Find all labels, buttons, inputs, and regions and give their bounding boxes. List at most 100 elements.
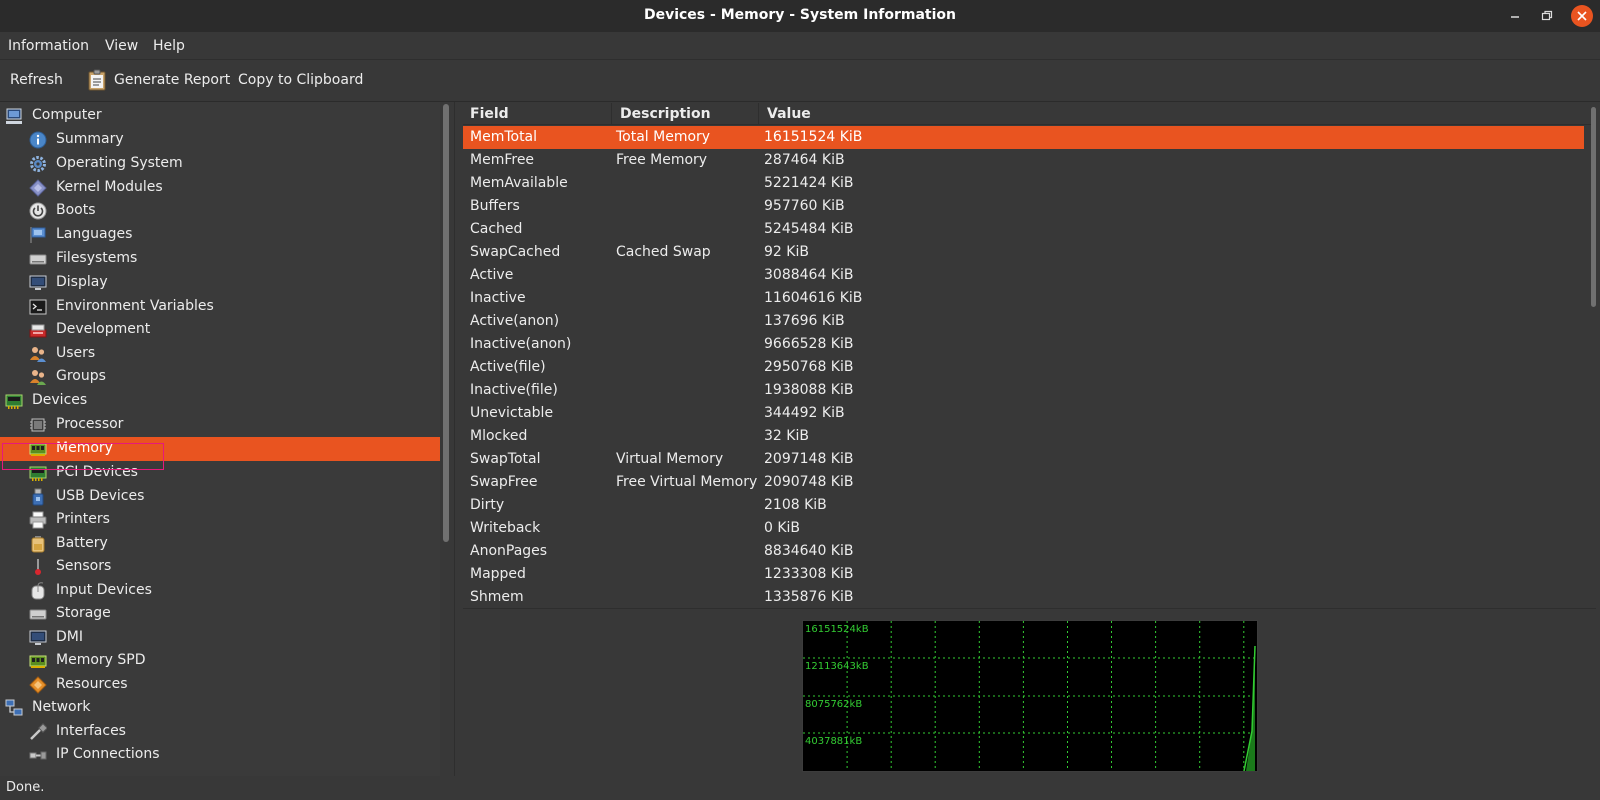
tree-item-label: Input Devices (56, 582, 152, 598)
tree-item-interfaces[interactable]: Interfaces (0, 720, 440, 744)
field-cell: Unevictable (470, 405, 554, 421)
tree-item-development[interactable]: Development (0, 318, 440, 342)
module-icon (29, 179, 47, 197)
header-field[interactable]: Field (470, 106, 509, 122)
table-row[interactable]: Shmem 1335876 KiB (463, 586, 1584, 609)
table-row[interactable]: Active(anon) 137696 KiB (463, 310, 1584, 333)
tree-item-label: Sensors (56, 558, 112, 574)
tree-item-processor[interactable]: Processor (0, 413, 440, 437)
field-cell: Inactive(file) (470, 382, 558, 398)
tree-item-label: Printers (56, 511, 110, 527)
tree-item-resources[interactable]: Resources (0, 673, 440, 697)
computer-icon (6, 108, 22, 124)
tree-item-label: Operating System (56, 155, 183, 171)
tree-item-label: PCI Devices (56, 464, 138, 480)
minimize-button[interactable] (1505, 6, 1525, 26)
column-separator[interactable] (611, 103, 612, 125)
tree-item-pci-devices[interactable]: PCI Devices (0, 461, 440, 485)
tree-item-input-devices[interactable]: Input Devices (0, 579, 440, 603)
value-cell: 92 KiB (764, 244, 809, 260)
tree-item-network[interactable]: Network (0, 696, 440, 720)
tree-item-storage[interactable]: Storage (0, 602, 440, 626)
value-cell: 957760 KiB (764, 198, 845, 214)
field-cell: Active (470, 267, 514, 283)
column-separator[interactable] (758, 103, 759, 125)
tree-item-label: Devices (32, 392, 88, 408)
table-row[interactable]: MemAvailable 5221424 KiB (463, 172, 1584, 195)
refresh-button[interactable]: Refresh (10, 72, 63, 88)
table-row[interactable]: Active(file) 2950768 KiB (463, 356, 1584, 379)
field-cell: Inactive(anon) (470, 336, 572, 352)
copy-to-clipboard-button[interactable]: Copy to Clipboard (238, 72, 363, 88)
tree-item-operating-system[interactable]: Operating System (0, 152, 440, 176)
table-row[interactable]: SwapCached Cached Swap 92 KiB (463, 241, 1584, 264)
table-row[interactable]: Buffers 957760 KiB (463, 195, 1584, 218)
maximize-button[interactable] (1537, 6, 1557, 26)
close-button[interactable] (1571, 5, 1593, 27)
tree-item-sensors[interactable]: Sensors (0, 555, 440, 579)
tree-item-filesystems[interactable]: Filesystems (0, 247, 440, 271)
tree-item-usb-devices[interactable]: USB Devices (0, 485, 440, 509)
toolbar: Refresh Generate Report Copy to Clipboar… (0, 60, 1600, 102)
table-scrollbar[interactable] (1591, 107, 1596, 307)
field-cell: Writeback (470, 520, 541, 536)
report-icon (88, 69, 106, 91)
tree-item-devices[interactable]: Devices (0, 389, 440, 413)
tree-item-display[interactable]: Display (0, 271, 440, 295)
table-row[interactable]: Inactive 11604616 KiB (463, 287, 1584, 310)
menu-view[interactable]: View (105, 38, 138, 54)
tree-item-ip-connections[interactable]: IP Connections (0, 743, 440, 767)
table-row[interactable]: SwapFree Free Virtual Memory 2090748 KiB (463, 471, 1584, 494)
tree-item-memory-spd[interactable]: Memory SPD (0, 649, 440, 673)
field-cell: Shmem (470, 589, 524, 605)
table-row[interactable]: SwapTotal Virtual Memory 2097148 KiB (463, 448, 1584, 471)
tree-item-languages[interactable]: Languages (0, 223, 440, 247)
table-row[interactable]: MemTotal Total Memory 16151524 KiB (463, 126, 1584, 149)
tree-item-battery[interactable]: Battery (0, 532, 440, 556)
memory-table: Field Description Value MemTotal Total Me… (463, 103, 1592, 609)
tree-item-label: Interfaces (56, 723, 126, 739)
info-icon (29, 131, 47, 149)
tree-item-memory[interactable]: Memory (0, 437, 440, 461)
menu-help[interactable]: Help (153, 38, 185, 54)
table-row[interactable]: Writeback 0 KiB (463, 517, 1584, 540)
header-value[interactable]: Value (767, 106, 811, 122)
table-row[interactable]: Inactive(file) 1938088 KiB (463, 379, 1584, 402)
tree-item-label: Development (56, 321, 151, 337)
table-row[interactable]: Dirty 2108 KiB (463, 494, 1584, 517)
tree-item-boots[interactable]: Boots (0, 199, 440, 223)
field-cell: AnonPages (470, 543, 548, 559)
field-cell: MemAvailable (470, 175, 568, 191)
tree-item-summary[interactable]: Summary (0, 128, 440, 152)
tree-item-computer[interactable]: Computer (0, 104, 440, 128)
tree-item-dmi[interactable]: DMI (0, 626, 440, 650)
network-icon (5, 699, 23, 716)
table-row[interactable]: Unevictable 344492 KiB (463, 402, 1584, 425)
tree-item-kernel-modules[interactable]: Kernel Modules (0, 176, 440, 200)
tree-item-environment-variables[interactable]: Environment Variables (0, 295, 440, 319)
header-description[interactable]: Description (620, 106, 711, 122)
field-cell: Mapped (470, 566, 526, 582)
usb-icon (32, 488, 44, 506)
tree-item-users[interactable]: Users (0, 342, 440, 366)
value-cell: 1335876 KiB (764, 589, 854, 605)
tree-item-label: Languages (56, 226, 133, 242)
tree-scrollbar[interactable] (443, 104, 449, 542)
field-cell: Dirty (470, 497, 505, 513)
tree-item-printers[interactable]: Printers (0, 508, 440, 532)
table-header: Field Description Value (463, 103, 1592, 125)
table-row[interactable]: Mlocked 32 KiB (463, 425, 1584, 448)
table-row[interactable]: Inactive(anon) 9666528 KiB (463, 333, 1584, 356)
tree-item-label: Computer (32, 107, 102, 123)
table-row[interactable]: Active 3088464 KiB (463, 264, 1584, 287)
generate-report-button[interactable]: Generate Report (114, 72, 230, 88)
field-cell: MemTotal (470, 129, 538, 145)
table-row[interactable]: Mapped 1233308 KiB (463, 563, 1584, 586)
table-row[interactable]: Cached 5245484 KiB (463, 218, 1584, 241)
table-row[interactable]: MemFree Free Memory 287464 KiB (463, 149, 1584, 172)
table-row[interactable]: AnonPages 8834640 KiB (463, 540, 1584, 563)
menu-information[interactable]: Information (8, 38, 89, 54)
tree-item-groups[interactable]: Groups (0, 365, 440, 389)
tree-item-label: Network (32, 699, 91, 715)
pane-divider[interactable] (454, 102, 455, 776)
